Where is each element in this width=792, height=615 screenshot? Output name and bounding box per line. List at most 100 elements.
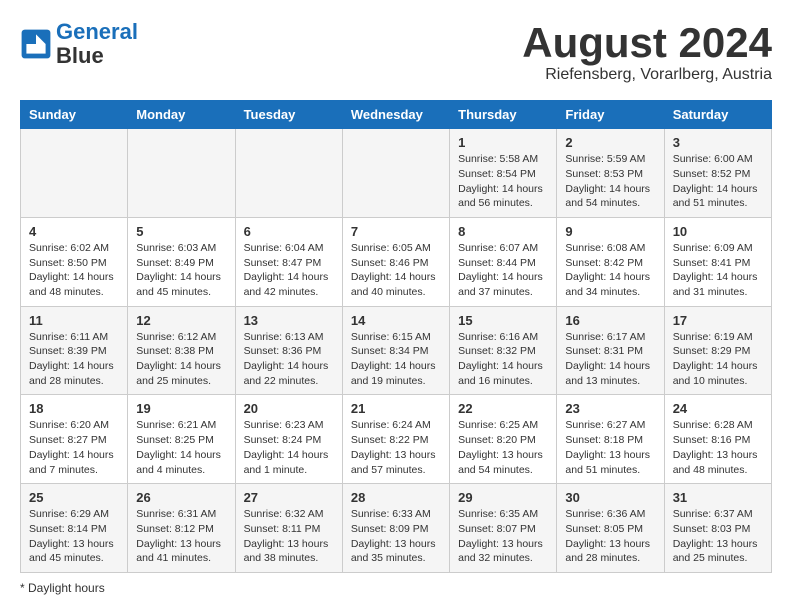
cell-info: Sunrise: 6:32 AMSunset: 8:11 PMDaylight:… [244, 507, 334, 566]
cell-info: Sunrise: 6:17 AMSunset: 8:31 PMDaylight:… [565, 330, 655, 389]
weekday-header: Sunday [21, 101, 128, 129]
cell-info: Sunrise: 6:28 AMSunset: 8:16 PMDaylight:… [673, 418, 763, 477]
cell-info: Sunrise: 6:07 AMSunset: 8:44 PMDaylight:… [458, 241, 548, 300]
day-number: 5 [136, 224, 226, 239]
cell-content: 20Sunrise: 6:23 AMSunset: 8:24 PMDayligh… [244, 401, 334, 477]
calendar-cell: 25Sunrise: 6:29 AMSunset: 8:14 PMDayligh… [21, 484, 128, 573]
cell-content: 2Sunrise: 5:59 AMSunset: 8:53 PMDaylight… [565, 135, 655, 211]
cell-info: Sunrise: 6:11 AMSunset: 8:39 PMDaylight:… [29, 330, 119, 389]
cell-content: 28Sunrise: 6:33 AMSunset: 8:09 PMDayligh… [351, 490, 441, 566]
cell-info: Sunrise: 6:13 AMSunset: 8:36 PMDaylight:… [244, 330, 334, 389]
cell-content: 21Sunrise: 6:24 AMSunset: 8:22 PMDayligh… [351, 401, 441, 477]
cell-content: 4Sunrise: 6:02 AMSunset: 8:50 PMDaylight… [29, 224, 119, 300]
weekday-header: Monday [128, 101, 235, 129]
cell-info: Sunrise: 6:16 AMSunset: 8:32 PMDaylight:… [458, 330, 548, 389]
cell-content: 11Sunrise: 6:11 AMSunset: 8:39 PMDayligh… [29, 313, 119, 389]
cell-info: Sunrise: 6:21 AMSunset: 8:25 PMDaylight:… [136, 418, 226, 477]
day-number: 10 [673, 224, 763, 239]
cell-info: Sunrise: 6:19 AMSunset: 8:29 PMDaylight:… [673, 330, 763, 389]
weekday-header: Tuesday [235, 101, 342, 129]
cell-content: 5 Sunrise: 6:03 AMSunset: 8:49 PMDaylight… [136, 224, 226, 300]
cell-content: 10 Sunrise: 6:09 AMSunset: 8:41 PMDayligh… [673, 224, 763, 300]
calendar-cell: 9 Sunrise: 6:08 AMSunset: 8:42 PMDaylight… [557, 217, 664, 306]
cell-info: Sunrise: 6:31 AMSunset: 8:12 PMDaylight:… [136, 507, 226, 566]
day-number: 30 [565, 490, 655, 505]
cell-content: 12Sunrise: 6:12 AMSunset: 8:38 PMDayligh… [136, 313, 226, 389]
cell-content: 9 Sunrise: 6:08 AMSunset: 8:42 PMDaylight… [565, 224, 655, 300]
month-title: August 2024 [522, 20, 772, 66]
day-number: 24 [673, 401, 763, 416]
cell-info: Sunrise: 6:25 AMSunset: 8:20 PMDaylight:… [458, 418, 548, 477]
calendar-cell: 17 Sunrise: 6:19 AMSunset: 8:29 PMDayligh… [664, 306, 771, 395]
day-number: 9 [565, 224, 655, 239]
weekday-header: Wednesday [342, 101, 449, 129]
page-header: General Blue August 2024 Riefensberg, Vo… [20, 20, 772, 84]
calendar-cell: 3 Sunrise: 6:00 AMSunset: 8:52 PMDaylight… [664, 129, 771, 218]
cell-info: Sunrise: 6:02 AMSunset: 8:50 PMDaylight:… [29, 241, 119, 300]
calendar-header: SundayMondayTuesdayWednesdayThursdayFrid… [21, 101, 772, 129]
cell-content: 26 Sunrise: 6:31 AMSunset: 8:12 PMDayligh… [136, 490, 226, 566]
cell-content: 24 Sunrise: 6:28 AMSunset: 8:16 PMDayligh… [673, 401, 763, 477]
cell-info: Sunrise: 6:03 AMSunset: 8:49 PMDaylight:… [136, 241, 226, 300]
calendar-cell: 5 Sunrise: 6:03 AMSunset: 8:49 PMDaylight… [128, 217, 235, 306]
cell-info: Sunrise: 5:58 AMSunset: 8:54 PMDaylight:… [458, 152, 548, 211]
cell-content: 14Sunrise: 6:15 AMSunset: 8:34 PMDayligh… [351, 313, 441, 389]
weekday-header: Saturday [664, 101, 771, 129]
day-number: 31 [673, 490, 763, 505]
logo-blue: Blue [56, 43, 104, 68]
cell-info: Sunrise: 6:00 AMSunset: 8:52 PMDaylight:… [673, 152, 763, 211]
cell-content: 8Sunrise: 6:07 AMSunset: 8:44 PMDaylight… [458, 224, 548, 300]
logo-general: General [56, 19, 138, 44]
weekday-header: Friday [557, 101, 664, 129]
day-number: 18 [29, 401, 119, 416]
location-text: Riefensberg, Vorarlberg, Austria [522, 66, 772, 84]
cell-content: 16 Sunrise: 6:17 AMSunset: 8:31 PMDayligh… [565, 313, 655, 389]
calendar-cell: 28Sunrise: 6:33 AMSunset: 8:09 PMDayligh… [342, 484, 449, 573]
cell-info: Sunrise: 5:59 AMSunset: 8:53 PMDaylight:… [565, 152, 655, 211]
calendar-table: SundayMondayTuesdayWednesdayThursdayFrid… [20, 100, 772, 573]
cell-info: Sunrise: 6:09 AMSunset: 8:41 PMDaylight:… [673, 241, 763, 300]
day-number: 3 [673, 135, 763, 150]
calendar-cell: 16 Sunrise: 6:17 AMSunset: 8:31 PMDayligh… [557, 306, 664, 395]
day-number: 22 [458, 401, 548, 416]
day-number: 28 [351, 490, 441, 505]
day-number: 16 [565, 313, 655, 328]
day-number: 17 [673, 313, 763, 328]
calendar-cell: 23Sunrise: 6:27 AMSunset: 8:18 PMDayligh… [557, 395, 664, 484]
day-number: 15 [458, 313, 548, 328]
cell-content: 13Sunrise: 6:13 AMSunset: 8:36 PMDayligh… [244, 313, 334, 389]
calendar-cell: 14Sunrise: 6:15 AMSunset: 8:34 PMDayligh… [342, 306, 449, 395]
logo-icon [20, 28, 52, 60]
calendar-week-row: 25Sunrise: 6:29 AMSunset: 8:14 PMDayligh… [21, 484, 772, 573]
calendar-cell: 1Sunrise: 5:58 AMSunset: 8:54 PMDaylight… [450, 129, 557, 218]
calendar-cell: 24 Sunrise: 6:28 AMSunset: 8:16 PMDayligh… [664, 395, 771, 484]
cell-info: Sunrise: 6:08 AMSunset: 8:42 PMDaylight:… [565, 241, 655, 300]
cell-info: Sunrise: 6:29 AMSunset: 8:14 PMDaylight:… [29, 507, 119, 566]
calendar-cell: 7Sunrise: 6:05 AMSunset: 8:46 PMDaylight… [342, 217, 449, 306]
calendar-cell: 10 Sunrise: 6:09 AMSunset: 8:41 PMDayligh… [664, 217, 771, 306]
cell-content: 17 Sunrise: 6:19 AMSunset: 8:29 PMDayligh… [673, 313, 763, 389]
calendar-cell: 21Sunrise: 6:24 AMSunset: 8:22 PMDayligh… [342, 395, 449, 484]
cell-info: Sunrise: 6:05 AMSunset: 8:46 PMDaylight:… [351, 241, 441, 300]
calendar-cell: 13Sunrise: 6:13 AMSunset: 8:36 PMDayligh… [235, 306, 342, 395]
day-number: 20 [244, 401, 334, 416]
calendar-cell [128, 129, 235, 218]
day-number: 29 [458, 490, 548, 505]
calendar-cell [235, 129, 342, 218]
cell-info: Sunrise: 6:04 AMSunset: 8:47 PMDaylight:… [244, 241, 334, 300]
calendar-cell: 30Sunrise: 6:36 AMSunset: 8:05 PMDayligh… [557, 484, 664, 573]
calendar-cell: 2Sunrise: 5:59 AMSunset: 8:53 PMDaylight… [557, 129, 664, 218]
cell-content: 23Sunrise: 6:27 AMSunset: 8:18 PMDayligh… [565, 401, 655, 477]
cell-info: Sunrise: 6:37 AMSunset: 8:03 PMDaylight:… [673, 507, 763, 566]
day-number: 21 [351, 401, 441, 416]
cell-info: Sunrise: 6:27 AMSunset: 8:18 PMDaylight:… [565, 418, 655, 477]
calendar-cell [342, 129, 449, 218]
calendar-cell: 26 Sunrise: 6:31 AMSunset: 8:12 PMDayligh… [128, 484, 235, 573]
legend: * Daylight hours [20, 581, 772, 595]
day-number: 14 [351, 313, 441, 328]
cell-info: Sunrise: 6:35 AMSunset: 8:07 PMDaylight:… [458, 507, 548, 566]
cell-content: 1Sunrise: 5:58 AMSunset: 8:54 PMDaylight… [458, 135, 548, 211]
cell-info: Sunrise: 6:20 AMSunset: 8:27 PMDaylight:… [29, 418, 119, 477]
day-number: 26 [136, 490, 226, 505]
calendar-cell: 18 Sunrise: 6:20 AMSunset: 8:27 PMDayligh… [21, 395, 128, 484]
